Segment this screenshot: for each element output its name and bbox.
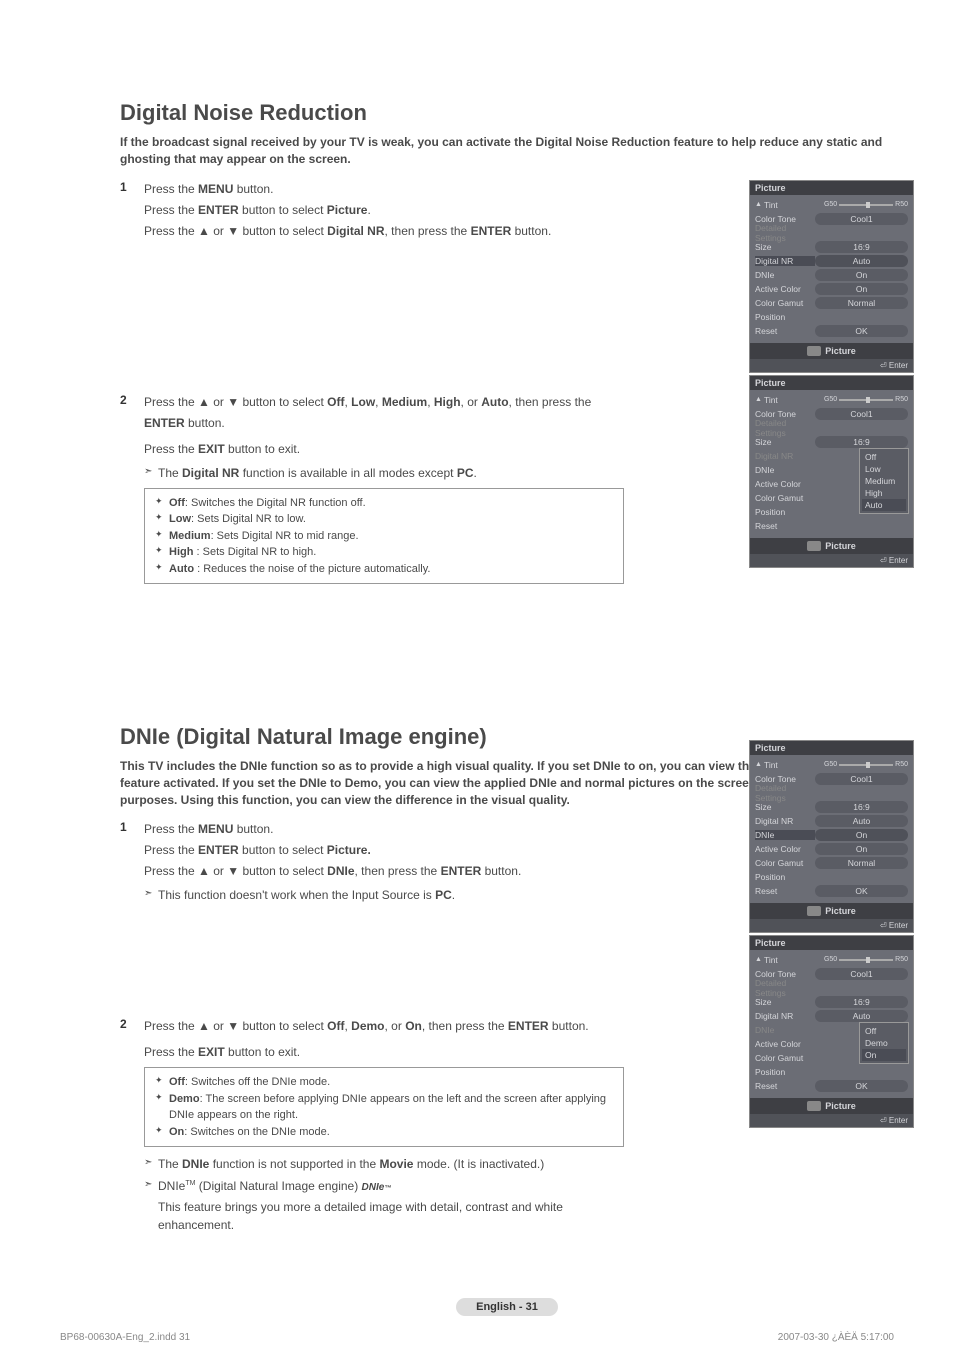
section1-title: Digital Noise Reduction [120,100,894,126]
step-number: 2 [120,1017,144,1237]
note-dnie-pc: This function doesn't work when the Inpu… [158,886,624,904]
dnie-logo-icon: DNIe™ [362,1182,392,1193]
page-number: English - 31 [456,1298,558,1316]
osd-selected-dnie: DNIe [755,830,815,840]
note-dnie-movie: The DNIe function is not supported in th… [158,1155,624,1173]
enter-icon: ⏎ [880,361,887,370]
popup-option-medium: Medium [862,475,906,487]
doc-meta: BP68-00630A-Eng_2.indd 31 2007-03-30 ¿ÀÈ… [60,1332,894,1343]
osd-picture-menu-3: Picture ▲TintG50R50 Color ToneCool1 Deta… [749,740,914,933]
popup-option-demo: Demo [862,1037,906,1049]
popup-option-on-selected: On [862,1049,906,1061]
move-icon [807,541,821,551]
note-dnie-tm: DNIeTM (Digital Natural Image engine) DN… [158,1177,624,1195]
step-number: 1 [120,820,144,907]
move-icon [807,1101,821,1111]
osd-picture-menu-2: Picture ▲TintG50R50 Color ToneCool1 Deta… [749,375,914,568]
move-icon [807,906,821,916]
popup-option-off: Off [862,451,906,463]
step-number: 1 [120,180,144,243]
osd-picture-menu-1: Picture ▲TintG50R50 Color ToneCool1 Deta… [749,180,914,373]
doc-timestamp: 2007-03-30 ¿ÀÈÄ 5:17:00 [778,1332,894,1343]
osd-digital-nr-popup: Off Low Medium High Auto [859,448,909,514]
osd-footer-move: Picture [750,343,913,359]
popup-option-high: High [862,487,906,499]
dnie-description: This feature brings you more a detailed … [158,1198,624,1234]
popup-option-auto-selected: Auto [862,499,906,511]
osd-dnie-popup: Off Demo On [859,1022,909,1064]
osd-picture-menu-4: Picture ▲TintG50R50 Color ToneCool1 Deta… [749,935,914,1128]
osd-footer-enter: ⏎ Enter [750,359,913,372]
osd-title: Picture [750,181,913,195]
section1-intro: If the broadcast signal received by your… [120,134,894,168]
popup-option-off: Off [862,1025,906,1037]
page-footer: English - 31 [120,1297,894,1315]
popup-option-low: Low [862,463,906,475]
note-digital-nr-pc: The Digital NR function is available in … [158,464,624,482]
section2-bullets: Off: Switches off the DNIe mode. Demo: T… [144,1067,624,1147]
section1-bullets: Off: Switches the Digital NR function of… [144,488,624,585]
step-number: 2 [120,393,144,585]
osd-selected-digital-nr: Digital NR [755,256,815,266]
move-icon [807,346,821,356]
doc-filename: BP68-00630A-Eng_2.indd 31 [60,1332,190,1343]
